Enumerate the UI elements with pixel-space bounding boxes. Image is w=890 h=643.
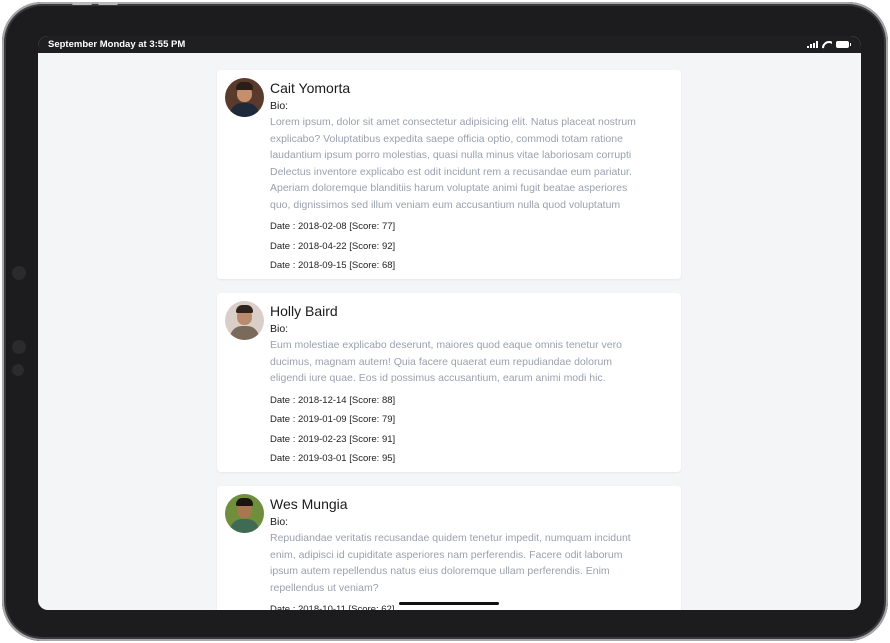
screen: September Monday at 3:55 PM Cait Yomorta… — [38, 36, 861, 610]
avatar — [225, 301, 264, 340]
tablet-frame: September Monday at 3:55 PM Cait Yomorta… — [2, 2, 888, 641]
profile-name: Cait Yomorta — [270, 80, 351, 96]
status-icons — [807, 41, 851, 49]
score-entry: Date : 2019-02-23 [Score: 91] — [270, 433, 396, 445]
score-entry: Date : 2018-02-08 [Score: 77] — [270, 221, 396, 232]
profile-name: Holly Baird — [270, 303, 338, 319]
status-time: September Monday at 3:55 PM — [48, 39, 186, 50]
avatar — [225, 78, 264, 117]
profile-list[interactable]: Cait Yomorta Bio: Lorem ipsum, dolor sit… — [38, 53, 861, 610]
battery-icon — [836, 41, 851, 48]
score-entry: Date : 2019-03-01 [Score: 95] — [270, 453, 396, 464]
wifi-icon — [822, 41, 832, 49]
profile-card: Wes Mungia Bio: Repudiandae veritatis re… — [217, 486, 681, 610]
profile-card: Holly Baird Bio: Eum molestiae explicabo… — [217, 293, 681, 472]
score-list: Date : 2018-12-14 [Score: 88] Date : 201… — [270, 391, 667, 469]
top-button-right — [98, 2, 118, 5]
bio-label: Bio: — [270, 516, 289, 528]
score-entry: Date : 2018-09-15 [Score: 68] — [270, 260, 396, 271]
cellular-signal-icon — [807, 41, 818, 48]
score-entry: Date : 2019-01-09 [Score: 79] — [270, 414, 396, 425]
score-entry: Date : 2018-04-22 [Score: 92] — [270, 240, 396, 252]
top-button-left — [72, 2, 92, 5]
home-indicator[interactable] — [399, 602, 499, 605]
bio-label: Bio: — [270, 100, 289, 112]
status-bar: September Monday at 3:55 PM — [38, 36, 861, 53]
bio-text: Lorem ipsum, dolor sit amet consectetur … — [270, 116, 636, 211]
profile-name: Wes Mungia — [270, 496, 348, 512]
side-button-upper — [12, 340, 26, 354]
bio-text: Eum molestiae explicabo deserunt, maiore… — [270, 339, 622, 384]
side-button-lower — [12, 364, 24, 376]
bio-label: Bio: — [270, 323, 289, 335]
side-sensor — [12, 266, 26, 280]
avatar — [225, 494, 264, 533]
profile-card: Cait Yomorta Bio: Lorem ipsum, dolor sit… — [217, 70, 681, 279]
score-list: Date : 2018-02-08 [Score: 77] Date : 201… — [270, 217, 667, 276]
score-entry: Date : 2018-12-14 [Score: 88] — [270, 394, 396, 406]
bio-text: Repudiandae veritatis recusandae quidem … — [270, 532, 631, 594]
